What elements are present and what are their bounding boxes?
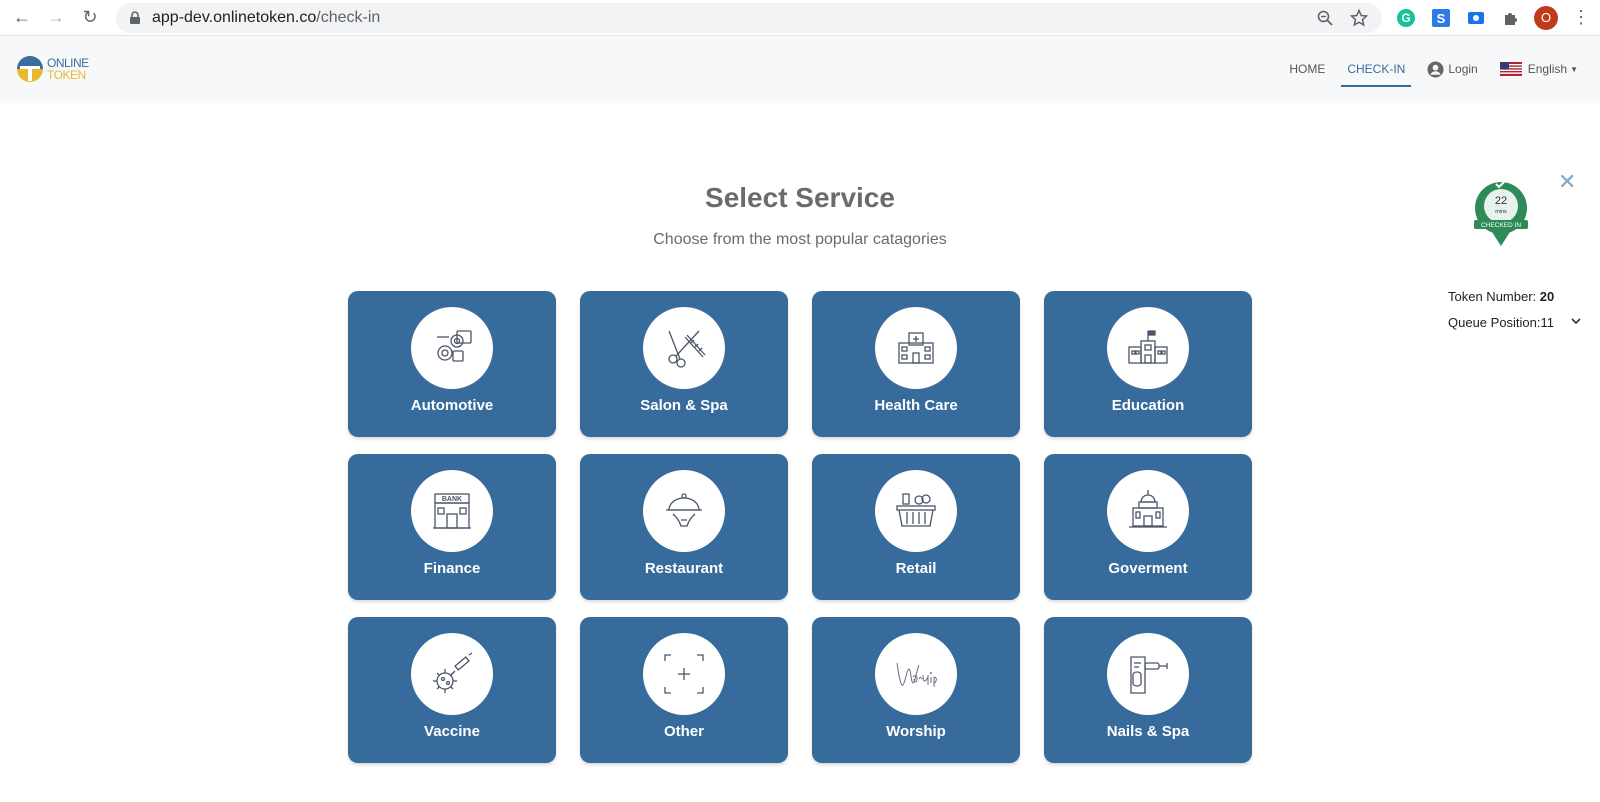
- service-label: Worship: [886, 723, 946, 740]
- svg-text:G: G: [1401, 11, 1410, 25]
- nav-login[interactable]: Login: [1421, 36, 1483, 102]
- user-circle-icon: [1427, 60, 1444, 78]
- scissors-comb-icon: [643, 307, 725, 389]
- queue-position-label: Queue Position:: [1448, 315, 1541, 330]
- service-label: Nails & Spa: [1106, 723, 1190, 740]
- logo-line2: TOKEN: [47, 68, 86, 82]
- forward-arrow-icon[interactable]: →: [44, 6, 68, 30]
- automotive-icon: [411, 307, 493, 389]
- service-card-automotive[interactable]: Automotive: [348, 291, 556, 437]
- checked-in-pin-icon: 22 mins CHECKED IN: [1474, 180, 1528, 246]
- profile-avatar[interactable]: O: [1534, 5, 1558, 30]
- reload-icon[interactable]: ↻: [78, 6, 102, 30]
- browser-menu-icon[interactable]: ⋮: [1572, 7, 1590, 28]
- service-label: Vaccine: [424, 723, 480, 740]
- service-card-restaurant[interactable]: Restaurant: [580, 454, 788, 600]
- school-building-icon: [1107, 307, 1189, 389]
- svg-text:S: S: [1437, 11, 1446, 26]
- language-label: English: [1527, 62, 1568, 76]
- service-card-health-care[interactable]: Health Care: [812, 291, 1020, 437]
- badge-unit: mins: [1495, 209, 1507, 215]
- s-extension-icon[interactable]: S: [1430, 7, 1452, 29]
- badge-status: CHECKED IN: [1481, 222, 1521, 229]
- service-label: Goverment: [1108, 560, 1188, 577]
- token-number-label: Token Number:: [1448, 289, 1537, 304]
- url-text: app-dev.onlinetoken.co/check-in: [152, 8, 381, 26]
- shopping-basket-icon: [875, 470, 957, 552]
- address-bar[interactable]: app-dev.onlinetoken.co/check-in: [116, 2, 1382, 33]
- page-subtitle: Choose from the most popular catagories: [653, 231, 947, 248]
- service-card-education[interactable]: Education: [1044, 291, 1252, 437]
- service-grid: Automotive Salon & Spa Health Care Educa…: [348, 291, 1252, 763]
- bank-icon: BANK: [411, 470, 493, 552]
- service-label: Other: [663, 723, 704, 740]
- page-title: Select Service: [705, 182, 895, 213]
- worship-script-icon: [875, 633, 957, 715]
- service-label: Retail: [895, 560, 937, 577]
- hospital-icon: [875, 307, 957, 389]
- site-logo[interactable]: ONLINE TOKEN: [16, 55, 89, 83]
- lock-icon: [130, 10, 140, 24]
- close-icon[interactable]: ✕: [1558, 171, 1576, 193]
- bookmark-star-icon[interactable]: [1348, 7, 1370, 29]
- service-label: Health Care: [874, 397, 958, 414]
- main-content: Select Service Choose from the most popu…: [0, 102, 1600, 802]
- service-card-salon-spa[interactable]: Salon & Spa: [580, 291, 788, 437]
- queue-position-row: Queue Position:11: [1448, 315, 1554, 330]
- service-card-finance[interactable]: BANK Finance: [348, 454, 556, 600]
- plus-frame-icon: [643, 633, 725, 715]
- virus-syringe-icon: [411, 633, 493, 715]
- puzzle-extensions-icon[interactable]: [1500, 7, 1522, 29]
- service-label: Automotive: [410, 397, 494, 414]
- nav-checkin[interactable]: CHECK-IN: [1341, 36, 1412, 102]
- chevron-down-icon[interactable]: [1570, 316, 1582, 326]
- browser-toolbar: ← → ↻ app-dev.onlinetoken.co/check-in G …: [0, 0, 1600, 36]
- svg-text:BANK: BANK: [442, 496, 462, 503]
- service-card-nails-spa[interactable]: Nails & Spa: [1044, 617, 1252, 763]
- service-card-vaccine[interactable]: Vaccine: [348, 617, 556, 763]
- zoom-icon[interactable]: [1314, 7, 1336, 29]
- screen-capture-extension-icon[interactable]: [1465, 7, 1487, 29]
- login-label: Login: [1448, 62, 1478, 76]
- service-label: Salon & Spa: [640, 397, 728, 414]
- service-card-worship[interactable]: Worship: [812, 617, 1020, 763]
- logo-mark-icon: [17, 56, 43, 82]
- service-card-retail[interactable]: Retail: [812, 454, 1020, 600]
- back-arrow-icon[interactable]: ←: [10, 6, 34, 30]
- grammarly-extension-icon[interactable]: G: [1395, 7, 1417, 29]
- main-nav: HOME CHECK-IN Login English ▼: [1273, 36, 1584, 102]
- queue-position-value: 11: [1540, 315, 1555, 330]
- language-selector[interactable]: English ▼: [1494, 36, 1584, 102]
- token-number-row: Token Number: 20: [1448, 289, 1554, 304]
- nav-home[interactable]: HOME: [1283, 36, 1331, 102]
- us-flag-icon: [1499, 62, 1522, 76]
- site-header: ONLINE TOKEN HOME CHECK-IN Login English…: [0, 36, 1600, 102]
- service-card-other[interactable]: Other: [580, 617, 788, 763]
- nail-drill-icon: [1107, 633, 1189, 715]
- service-label: Education: [1111, 397, 1185, 414]
- service-label: Restaurant: [644, 560, 724, 577]
- service-card-goverment[interactable]: Goverment: [1044, 454, 1252, 600]
- government-building-icon: [1107, 470, 1189, 552]
- caret-down-icon: ▼: [1570, 64, 1578, 74]
- badge-minutes: 22: [1495, 195, 1507, 207]
- cloche-icon: [643, 470, 725, 552]
- service-label: Finance: [423, 560, 481, 577]
- token-number-value: 20: [1539, 289, 1555, 304]
